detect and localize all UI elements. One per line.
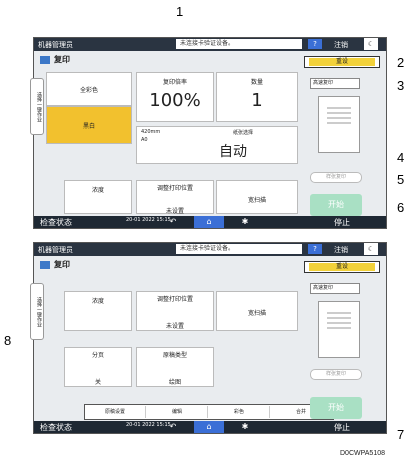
callout-4: 4 xyxy=(397,150,405,165)
reset-label-2: 重设 xyxy=(309,263,375,271)
side-tab-2[interactable]: 选择一键作业 xyxy=(30,283,44,340)
reset-label: 重设 xyxy=(309,58,375,66)
settings-icon-2[interactable]: ✱ xyxy=(230,421,260,433)
stop-button-2[interactable]: 停止 xyxy=(334,422,350,433)
stop-button[interactable]: 停止 xyxy=(334,217,350,228)
callout-5: 5 xyxy=(397,172,405,187)
start-button-2[interactable]: 开始 xyxy=(310,397,362,419)
high-speed-copy[interactable]: 高速复印 xyxy=(310,78,360,89)
user-label-2: 机器管理员 xyxy=(38,246,73,254)
home-icon-2[interactable]: ⌂ xyxy=(194,421,224,433)
color-full-button[interactable]: 全彩色 xyxy=(46,72,132,106)
logout-button[interactable]: 注销 xyxy=(334,40,348,50)
back-icon-2[interactable]: ↶ xyxy=(158,421,188,433)
side-tab[interactable]: 选择一键作业 xyxy=(30,78,44,135)
sample-copy-button-2[interactable]: 样张复印 xyxy=(310,369,362,380)
wide-scan-button[interactable]: 宽扫描 xyxy=(216,180,298,214)
quantity-button[interactable]: 数量 1 xyxy=(216,72,298,122)
preview-image-2 xyxy=(318,301,360,358)
tray-label: 纸张选择 xyxy=(233,130,254,136)
check-status-button[interactable]: 检查状态 xyxy=(40,217,72,228)
copy-screen-top: 机器管理员 未连接卡验证设备。 ? 注销 ☾ 复印 重设 选择一键作业 全彩色 … xyxy=(30,37,387,229)
reset-button[interactable]: 重设 xyxy=(304,56,380,68)
high-speed-copy-2[interactable]: 高速复印 xyxy=(310,283,360,294)
tab-color[interactable]: 彩色 xyxy=(209,406,270,418)
callout-7: 7 xyxy=(397,427,405,442)
ratio-button[interactable]: 复印倍率 100% xyxy=(136,72,214,122)
check-status-button-2[interactable]: 检查状态 xyxy=(40,422,72,433)
auto-label: 自动 xyxy=(219,144,247,160)
preview-image xyxy=(318,96,360,153)
adjust-position-button[interactable]: 调整打印位置 未设置 xyxy=(136,180,214,215)
copy-screen-bottom: 机器管理员 未连接卡验证设备。 ? 注销 ☾ 复印 重设 选择一键作业 浓度 调… xyxy=(30,242,387,434)
figure-id: D0CWPA5108 xyxy=(340,450,386,457)
status-field-2: 未连接卡验证设备。 xyxy=(176,244,302,254)
callout-6: 6 xyxy=(397,200,405,215)
callout-2: 2 xyxy=(397,55,405,70)
copy-app-icon xyxy=(40,55,50,64)
wide-scan-button-2[interactable]: 宽扫描 xyxy=(216,291,298,331)
help-button[interactable]: ? xyxy=(308,39,322,49)
status-field: 未连接卡验证设备。 xyxy=(176,39,302,49)
reset-button-2[interactable]: 重设 xyxy=(304,261,380,273)
start-button[interactable]: 开始 xyxy=(310,194,362,216)
app-title-2: 复印 xyxy=(40,259,70,270)
paper-button[interactable]: 420mm A0 纸张选择 自动 xyxy=(136,126,298,164)
paper-size: 420mm xyxy=(141,129,161,135)
top-bar: 机器管理员 未连接卡验证设备。 ? 注销 ☾ xyxy=(34,38,386,51)
sort-button[interactable]: 分页关 xyxy=(64,347,132,387)
tab-edit[interactable]: 编辑 xyxy=(147,406,208,418)
callout-1: 1 xyxy=(176,4,184,19)
original-type-button[interactable]: 原稿类型 绘图 xyxy=(136,347,214,387)
home-icon[interactable]: ⌂ xyxy=(194,216,224,228)
bottom-bar-2: 检查状态 20-01 2022 15:15 ↶ ⌂ ✱ 停止 xyxy=(34,421,386,433)
density-button-2[interactable]: 浓度 xyxy=(64,291,132,331)
energy-saver-icon[interactable]: ☾ xyxy=(364,38,378,50)
copy-app-icon-2 xyxy=(40,260,50,269)
paper-a0: A0 xyxy=(141,137,148,143)
callout-3: 3 xyxy=(397,78,405,93)
function-tab-row: 原稿设置 编辑 彩色 合并 xyxy=(84,404,334,420)
sample-copy-button[interactable]: 样张复印 xyxy=(310,172,362,183)
settings-icon[interactable]: ✱ xyxy=(230,216,260,228)
logout-button-2[interactable]: 注销 xyxy=(334,245,348,255)
color-bw-button[interactable]: 黑白 xyxy=(46,106,132,144)
bottom-bar: 检查状态 20-01 2022 15:15 ↶ ⌂ ✱ 停止 xyxy=(34,216,386,228)
help-button-2[interactable]: ? xyxy=(308,244,322,254)
energy-saver-icon-2[interactable]: ☾ xyxy=(364,243,378,255)
app-title: 复印 xyxy=(40,54,70,65)
density-button[interactable]: 浓度 xyxy=(64,180,132,214)
user-label: 机器管理员 xyxy=(38,41,73,49)
back-icon[interactable]: ↶ xyxy=(158,216,188,228)
adjust-position-button-2[interactable]: 调整打印位置 未设置 xyxy=(136,291,214,331)
callout-8: 8 xyxy=(4,333,12,348)
tab-original-settings[interactable]: 原稿设置 xyxy=(85,406,146,418)
top-bar-2: 机器管理员 未连接卡验证设备。 ? 注销 ☾ xyxy=(34,243,386,256)
